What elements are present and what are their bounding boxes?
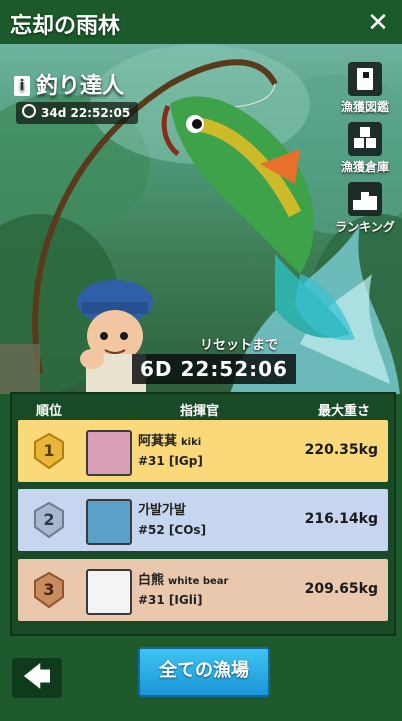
max-weight-value: 216.14kg bbox=[304, 511, 378, 527]
back-button[interactable]: 🡄 bbox=[12, 658, 62, 698]
catch-storage-button[interactable]: 漁獲倉庫 bbox=[334, 122, 396, 175]
table-row[interactable]: 3 白熊 white bear #31 [IGli] 209.65kg bbox=[18, 559, 388, 621]
close-icon: ✕ bbox=[367, 8, 389, 38]
rank-header: 順位 bbox=[36, 404, 63, 419]
alliance-tag: #31 [IGli] bbox=[138, 593, 203, 607]
rank-number: 1 bbox=[43, 441, 55, 460]
catch-storage-label: 漁獲倉庫 bbox=[340, 160, 389, 174]
player-name-text: 가발가발 bbox=[138, 503, 186, 518]
table-row[interactable]: 2 가발가발 #52 [COs] 216.14kg bbox=[18, 489, 388, 551]
table-row[interactable]: 1 阿萁萁 kiki #31 [IGp] 220.35kg bbox=[18, 420, 388, 482]
ranking-button[interactable]: ランキング bbox=[334, 182, 396, 235]
reset-timer: 6D 22:52:06 bbox=[132, 354, 296, 384]
book-icon bbox=[348, 62, 382, 96]
max-weight-value: 209.65kg bbox=[304, 581, 378, 597]
info-icon[interactable]: i bbox=[14, 76, 30, 96]
title-bar: 忘却の雨林 ✕ bbox=[0, 0, 402, 46]
avatar[interactable] bbox=[86, 499, 132, 545]
all-fishing-spots-button[interactable]: 全ての漁場 bbox=[138, 647, 270, 697]
event-timer: 34d 22:52:05 bbox=[16, 102, 139, 124]
catch-encyclopedia-button[interactable]: 漁獲図鑑 bbox=[334, 62, 396, 115]
ranking-label: ランキング bbox=[335, 220, 395, 234]
rank-number: 2 bbox=[43, 510, 55, 529]
player-name: 白熊 white bear bbox=[138, 569, 228, 588]
player-name-text: 白熊 bbox=[138, 573, 165, 588]
silver-medal-icon: 2 bbox=[32, 501, 66, 539]
rank-number: 3 bbox=[43, 580, 55, 599]
page-title: 忘却の雨林 bbox=[10, 14, 121, 39]
podium-icon bbox=[348, 182, 382, 216]
player-alias: kiki bbox=[181, 437, 202, 448]
alliance-tag: #31 [IGp] bbox=[138, 454, 203, 468]
back-arrow-icon: 🡄 bbox=[22, 660, 52, 693]
gold-medal-icon: 1 bbox=[32, 432, 66, 470]
catch-encyclopedia-label: 漁獲図鑑 bbox=[340, 100, 389, 114]
player-name: 가발가발 bbox=[138, 499, 186, 518]
event-title-text: 釣り達人 bbox=[36, 74, 125, 99]
reset-label: リセットまで bbox=[200, 338, 279, 353]
commander-header: 指揮官 bbox=[180, 404, 220, 419]
max-weight-header: 最大重さ bbox=[318, 404, 371, 419]
avatar[interactable] bbox=[86, 430, 132, 476]
clock-icon bbox=[22, 104, 36, 118]
max-weight-value: 220.35kg bbox=[304, 442, 378, 458]
event-timer-text: 34d 22:52:05 bbox=[41, 106, 131, 120]
alliance-tag: #52 [COs] bbox=[138, 523, 207, 537]
event-title: i 釣り達人 bbox=[14, 68, 124, 100]
player-alias: white bear bbox=[168, 576, 229, 587]
close-button[interactable]: ✕ bbox=[360, 6, 396, 42]
player-name-text: 阿萁萁 bbox=[138, 434, 178, 449]
bronze-medal-icon: 3 bbox=[32, 571, 66, 609]
avatar[interactable] bbox=[86, 569, 132, 615]
player-name: 阿萁萁 kiki bbox=[138, 430, 201, 449]
crates-icon bbox=[348, 122, 382, 156]
